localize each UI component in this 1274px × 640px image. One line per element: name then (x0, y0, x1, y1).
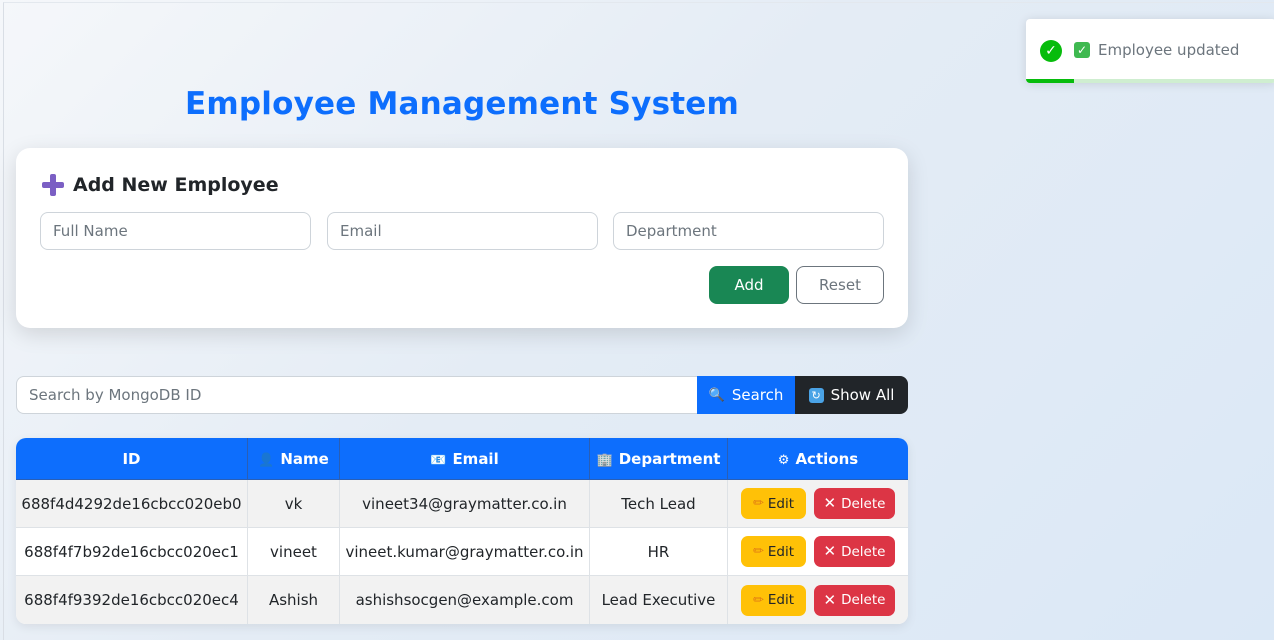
col-header-department: 🏢 Department (590, 438, 728, 480)
table-row: 688f4f9392de16cbcc020ec4 Ashish ashishso… (16, 576, 908, 624)
cell-actions: ✏ Edit ✕ Delete (728, 480, 908, 528)
pencil-icon: ✏ (752, 496, 764, 511)
user-icon: 👤 (258, 452, 275, 468)
page-title: Employee Management System (185, 86, 739, 122)
col-header-email: 📧 Email (340, 438, 590, 480)
show-all-button[interactable]: ↻ Show All (795, 376, 908, 414)
add-employee-card: Add New Employee Add Reset (16, 148, 908, 328)
toast-message: Employee updated (1098, 41, 1240, 59)
delete-button[interactable]: ✕ Delete (814, 584, 895, 616)
building-icon: 🏢 (596, 452, 613, 468)
cell-department: HR (590, 528, 728, 576)
close-icon: ✕ (823, 494, 837, 512)
col-header-actions: ⚙ Actions (728, 438, 908, 480)
add-button[interactable]: Add (709, 266, 789, 304)
toast-progress-bar (1026, 79, 1074, 83)
cell-name: vk (248, 480, 340, 528)
envelope-icon: 📧 (430, 452, 447, 468)
show-all-button-label: Show All (830, 386, 895, 404)
cell-email: vineet34@graymatter.co.in (340, 480, 590, 528)
close-icon: ✕ (823, 590, 837, 609)
add-employee-title: Add New Employee (73, 174, 279, 196)
add-employee-header: Add New Employee (42, 174, 279, 196)
col-header-id: ID (16, 438, 248, 480)
delete-button[interactable]: ✕ Delete (814, 488, 895, 519)
close-icon: ✕ (823, 542, 837, 560)
toast-notification[interactable]: ✓ ✓ Employee updated (1026, 19, 1274, 83)
table-row: 688f4f7b92de16cbcc020ec1 vineet vineet.k… (16, 528, 908, 576)
cell-email: vineet.kumar@graymatter.co.in (340, 528, 590, 576)
cell-department: Tech Lead (590, 480, 728, 528)
cell-id: 688f4f9392de16cbcc020ec4 (16, 576, 248, 624)
pencil-icon: ✏ (752, 544, 764, 559)
cell-actions: ✏ Edit ✕ Delete (728, 528, 908, 576)
cell-email: ashishsocgen@example.com (340, 576, 590, 624)
pencil-icon: ✏ (752, 592, 764, 608)
full-name-input[interactable] (40, 212, 311, 250)
table-header-row: ID 👤 Name 📧 Email 🏢 Department ⚙ Actions (16, 438, 908, 480)
edit-button[interactable]: ✏ Edit (741, 536, 806, 567)
cell-id: 688f4d4292de16cbcc020eb0 (16, 480, 248, 528)
magnifier-icon: 🔍 (708, 387, 725, 403)
cell-name: Ashish (248, 576, 340, 624)
success-check-icon: ✓ (1040, 40, 1062, 62)
edit-button[interactable]: ✏ Edit (741, 488, 806, 519)
email-input[interactable] (327, 212, 598, 250)
cell-actions: ✏ Edit ✕ Delete (728, 576, 908, 624)
refresh-icon: ↻ (808, 387, 824, 403)
checkbox-icon: ✓ (1074, 42, 1090, 58)
edit-button[interactable]: ✏ Edit (741, 584, 806, 616)
cell-name: vineet (248, 528, 340, 576)
cell-department: Lead Executive (590, 576, 728, 624)
col-header-name: 👤 Name (248, 438, 340, 480)
search-input[interactable] (16, 376, 698, 414)
search-button[interactable]: 🔍 Search (697, 376, 795, 414)
search-button-label: Search (731, 386, 784, 404)
department-input[interactable] (613, 212, 884, 250)
table-row: 688f4d4292de16cbcc020eb0 vk vineet34@gra… (16, 480, 908, 528)
gear-icon: ⚙ (777, 452, 790, 468)
plus-icon (42, 174, 64, 196)
cell-id: 688f4f7b92de16cbcc020ec1 (16, 528, 248, 576)
reset-button[interactable]: Reset (796, 266, 884, 304)
delete-button[interactable]: ✕ Delete (814, 536, 895, 567)
employee-table: ID 👤 Name 📧 Email 🏢 Department ⚙ Actions 688… (16, 438, 908, 624)
